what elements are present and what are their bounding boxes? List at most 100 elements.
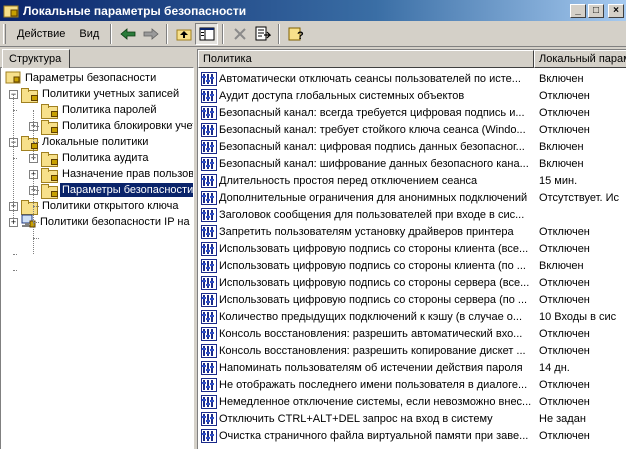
policy-row[interactable]: Использовать цифровую подпись со стороны…	[198, 257, 626, 274]
tab-structure[interactable]: Структура	[2, 49, 70, 68]
tree-item[interactable]: − Локальные политики	[9, 134, 150, 151]
tree-item-label: Политика аудита	[62, 152, 149, 164]
policy-name: Очистка страничного файла виртуальной па…	[219, 429, 529, 442]
tree-item[interactable]: +Назначение прав пользователя	[29, 166, 193, 183]
forward-button[interactable]	[139, 23, 162, 45]
policy-setting-icon	[201, 88, 217, 103]
policy-row[interactable]: Заголовок сообщения для пользователей пр…	[198, 206, 626, 223]
policy-row[interactable]: Напоминать пользователям об истечении де…	[198, 359, 626, 376]
tree-item[interactable]: Политика паролей	[29, 102, 159, 119]
tree-connector-line	[13, 270, 17, 271]
policy-name: Автоматически отключать сеансы пользоват…	[219, 72, 521, 85]
policy-row[interactable]: Использовать цифровую подпись со стороны…	[198, 291, 626, 308]
policy-row[interactable]: Немедленное отключение системы, если нев…	[198, 393, 626, 410]
policy-setting-value: Отключен	[539, 242, 590, 255]
policy-setting-value: 14 дн.	[539, 361, 570, 374]
policy-name: Немедленное отключение системы, если нев…	[219, 395, 532, 408]
policy-name: Использовать цифровую подпись со стороны…	[219, 259, 526, 272]
policy-row[interactable]: Аудит доступа глобальных системных объек…	[198, 87, 626, 104]
title-bar[interactable]: Локальные параметры безопасности _ □ ×	[0, 0, 626, 21]
policy-row[interactable]: Безопасный канал: цифровая подпись данны…	[198, 138, 626, 155]
toolbar-separator	[278, 23, 281, 44]
policy-setting-icon	[201, 275, 217, 290]
policy-name: Использовать цифровую подпись со стороны…	[219, 276, 530, 289]
security-root-icon	[5, 69, 21, 88]
maximize-button[interactable]: □	[588, 3, 604, 18]
policy-setting-value: Отключен	[539, 106, 590, 119]
policy-row[interactable]: Безопасный канал: требует стойкого ключа…	[198, 121, 626, 138]
policy-list-view[interactable]: Политика Локальный параметр Автоматическ…	[197, 49, 626, 449]
policy-row[interactable]: Использовать цифровую подпись со стороны…	[198, 274, 626, 291]
policy-row[interactable]: Консоль восстановления: разрешить автома…	[198, 325, 626, 342]
delete-button[interactable]	[228, 23, 251, 45]
show-hide-tree-button[interactable]	[195, 22, 219, 45]
lock-folder-icon	[40, 103, 58, 119]
policy-setting-icon	[201, 326, 217, 341]
tree-item[interactable]: − Политики учетных записей	[9, 86, 181, 103]
policy-setting-value: Не задан	[539, 412, 586, 425]
console-tree[interactable]: Параметры безопасности − Политики учетных …	[0, 67, 194, 449]
tree-connector-line	[13, 94, 14, 218]
policy-row[interactable]: Не отображать последнего имени пользоват…	[198, 376, 626, 393]
policy-name: Отключить CTRL+ALT+DEL запрос на вход в …	[219, 412, 493, 425]
tree-item[interactable]: +Политика блокировки учетной записи	[29, 118, 193, 135]
policy-row[interactable]: Отключить CTRL+ALT+DEL запрос на вход в …	[198, 410, 626, 427]
policy-setting-value: Отключен	[539, 378, 590, 391]
up-one-level-button[interactable]	[172, 23, 195, 45]
tree-item-label: Политики учетных записей	[42, 88, 180, 100]
tree-item[interactable]: Параметры безопасности	[5, 70, 158, 86]
policy-setting-icon	[201, 207, 217, 222]
column-header-setting[interactable]: Локальный параметр	[534, 50, 626, 68]
policy-setting-icon	[201, 292, 217, 307]
policy-name: Заголовок сообщения для пользователей пр…	[219, 208, 525, 221]
lock-icon	[51, 110, 58, 117]
policy-setting-icon	[201, 241, 217, 256]
back-button[interactable]	[116, 23, 139, 45]
column-header-policy[interactable]: Политика	[198, 50, 534, 68]
menu-action[interactable]: Действие	[10, 26, 72, 42]
policy-setting-value: Включен	[539, 140, 584, 153]
close-button[interactable]: ×	[608, 3, 624, 18]
policy-row[interactable]: Автоматически отключать сеансы пользоват…	[198, 70, 626, 87]
policy-row[interactable]: Дополнительные ограничения для анонимных…	[198, 189, 626, 206]
export-list-button[interactable]	[251, 23, 274, 45]
policy-name: Длительность простоя перед отключением с…	[219, 174, 478, 187]
tree-item-label: Параметры безопасности	[25, 72, 157, 84]
tree-connector-line	[33, 190, 39, 191]
policy-setting-icon	[201, 343, 217, 358]
minimize-icon: _	[575, 4, 581, 16]
lock-folder-icon	[40, 151, 58, 167]
policy-setting-icon	[201, 309, 217, 324]
tree-item-label: Политики открытого ключа	[42, 200, 179, 212]
tree-connector-line	[13, 254, 17, 255]
minimize-button[interactable]: _	[570, 3, 586, 18]
help-button[interactable]: ?	[284, 23, 307, 45]
policy-setting-value: Отключен	[539, 344, 590, 357]
tree-connector-line	[33, 126, 39, 127]
toolbar-separator	[166, 23, 169, 44]
tree-item-label: Политика блокировки учетной записи	[62, 120, 193, 132]
policy-setting-icon	[201, 394, 217, 409]
policy-setting-icon	[201, 360, 217, 375]
policy-row[interactable]: Консоль восстановления: разрешить копиро…	[198, 342, 626, 359]
policy-row[interactable]: Длительность простоя перед отключением с…	[198, 172, 626, 189]
policy-name: Использовать цифровую подпись со стороны…	[219, 293, 528, 306]
policy-row[interactable]: Использовать цифровую подпись со стороны…	[198, 240, 626, 257]
policy-setting-value: Отключен	[539, 327, 590, 340]
expand-icon[interactable]: +	[9, 217, 18, 227]
policy-row[interactable]: Безопасный канал: всегда требуется цифро…	[198, 104, 626, 121]
toolbar-separator	[222, 23, 225, 44]
menu-view[interactable]: Вид	[72, 26, 106, 42]
tree-item[interactable]: + Параметры безопасности	[29, 182, 193, 199]
lock-icon	[51, 174, 58, 181]
policy-row[interactable]: Очистка страничного файла виртуальной па…	[198, 427, 626, 444]
tree-item-label: Политика паролей	[62, 104, 157, 116]
tree-item[interactable]: + Политика аудита	[29, 150, 150, 167]
policy-row[interactable]: Безопасный канал: шифрование данных безо…	[198, 155, 626, 172]
policy-setting-value: Отключен	[539, 225, 590, 238]
policy-row[interactable]: Количество предыдущих подключений к кэшу…	[198, 308, 626, 325]
toolbar-grip[interactable]	[3, 23, 6, 44]
tree-connector-line	[13, 158, 17, 159]
policy-row[interactable]: Запретить пользователям установку драйве…	[198, 223, 626, 240]
policy-setting-value: Отключен	[539, 293, 590, 306]
